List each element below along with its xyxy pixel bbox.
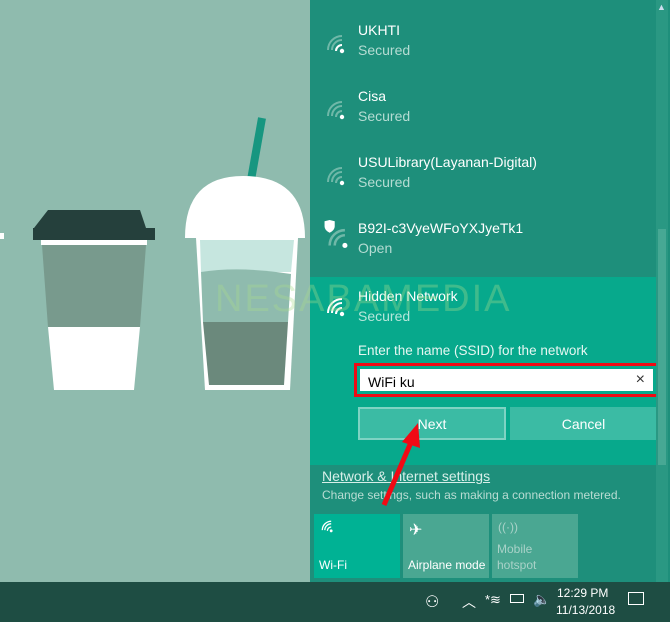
airplane-icon: ✈ <box>409 522 423 539</box>
ssid-input-highlight: × <box>354 363 659 397</box>
network-item[interactable]: Cisa Secured <box>310 76 657 142</box>
wifi-icon <box>327 101 345 120</box>
people-icon[interactable]: ⚇ <box>425 592 439 612</box>
volume-icon[interactable]: 🔈 <box>533 591 550 608</box>
ssid-input[interactable] <box>368 371 628 393</box>
action-center-icon[interactable] <box>628 592 644 605</box>
cancel-button[interactable]: Cancel <box>510 407 657 440</box>
scroll-up-icon[interactable]: ▲ <box>657 2 666 12</box>
clock-time[interactable]: 12:29 PM <box>557 586 608 600</box>
wifi-icon <box>327 167 345 186</box>
hotspot-icon: ((·)) <box>498 520 518 534</box>
wifi-icon <box>321 520 333 533</box>
clock-date[interactable]: 11/13/2018 <box>556 603 615 617</box>
airplane-mode-tile[interactable]: ✈ Airplane mode <box>403 514 489 578</box>
wifi-tray-icon[interactable]: *≋ <box>485 592 501 608</box>
clear-icon[interactable]: × <box>636 371 645 389</box>
network-settings-link[interactable]: Network & Internet settings <box>322 468 490 484</box>
settings-description: Change settings, such as making a connec… <box>322 488 621 502</box>
ssid-label: Enter the name (SSID) for the network <box>358 343 588 358</box>
network-item[interactable]: USULibrary(Layanan-Digital) Secured <box>310 142 657 208</box>
scrollbar[interactable]: ▲ <box>656 0 668 582</box>
wifi-tile[interactable]: Wi-Fi <box>314 514 400 578</box>
mobile-hotspot-tile[interactable]: ((·)) Mobile hotspot <box>492 514 578 578</box>
scrollbar-thumb[interactable] <box>658 229 666 465</box>
chevron-up-icon[interactable]: ︿ <box>462 592 476 612</box>
battery-icon[interactable] <box>510 594 524 603</box>
hidden-network-item[interactable]: Hidden Network Secured Enter the name (S… <box>310 277 659 465</box>
wifi-icon <box>327 298 345 317</box>
network-flyout: UKHTI Secured Cisa Secured USULibrary(La… <box>310 0 670 582</box>
network-item[interactable]: UKHTI Secured <box>310 10 657 76</box>
desktop-wallpaper <box>0 0 310 582</box>
network-item[interactable]: B92I-c3VyeWFoYXJyeTk1 Open <box>310 208 657 274</box>
wifi-strong-icon <box>327 35 345 54</box>
wifi-open-shield-icon <box>324 220 348 248</box>
next-button[interactable]: Next <box>358 407 506 440</box>
taskbar: ⚇ ︿ *≋ 🔈 12:29 PM 11/13/2018 <box>0 582 670 622</box>
coffee-cups-illustration <box>0 117 305 390</box>
